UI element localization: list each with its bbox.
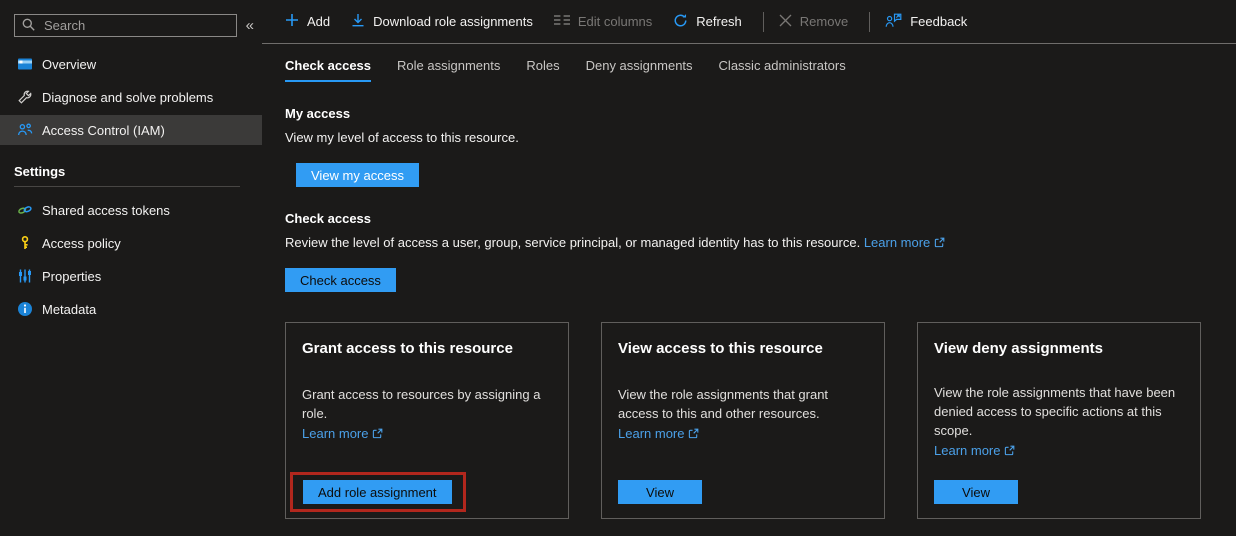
download-role-assignments-button[interactable]: Download role assignments [351, 13, 533, 30]
add-button-label: Add [307, 14, 330, 29]
grant-access-card: Grant access to this resource Grant acce… [285, 322, 569, 519]
sidebar-item-properties[interactable]: Properties [0, 261, 262, 291]
grant-access-learn-more-link[interactable]: Learn more [302, 426, 368, 441]
card-button-row: View [934, 480, 1018, 504]
check-access-learn-more-link[interactable]: Learn more [864, 235, 930, 250]
sidebar-item-label: Access Control (IAM) [42, 123, 165, 138]
tab-deny-assignments[interactable]: Deny assignments [586, 58, 693, 82]
plus-icon [285, 13, 299, 30]
sidebar-item-label: Overview [42, 57, 96, 72]
check-access-description: Review the level of access a user, group… [285, 235, 1216, 251]
card-button-row: View [618, 480, 702, 504]
check-access-description-text: Review the level of access a user, group… [285, 235, 860, 250]
sidebar-nav: Overview Diagnose and solve problems Acc… [0, 49, 262, 145]
external-link-icon [372, 425, 383, 444]
sidebar-item-diagnose[interactable]: Diagnose and solve problems [0, 82, 262, 112]
tab-roles[interactable]: Roles [526, 58, 559, 82]
external-link-icon [1004, 442, 1015, 461]
card-learn-more-line: Learn more [302, 424, 552, 444]
feedback-icon [885, 13, 902, 31]
refresh-button[interactable]: Refresh [673, 13, 742, 31]
settings-section-header: Settings [0, 148, 262, 186]
sidebar-item-metadata[interactable]: Metadata [0, 294, 262, 324]
view-access-learn-more-link[interactable]: Learn more [618, 426, 684, 441]
tab-check-access[interactable]: Check access [285, 58, 371, 82]
main-panel: Add Download role assignments Edit colum… [262, 0, 1236, 536]
learn-more-label: Learn more [302, 426, 368, 441]
card-description: Grant access to resources by assigning a… [302, 385, 552, 423]
link-icon [16, 202, 33, 219]
external-link-icon [934, 236, 945, 251]
sidebar-item-label: Diagnose and solve problems [42, 90, 213, 105]
learn-more-label: Learn more [864, 235, 930, 250]
sidebar-item-access-control-iam[interactable]: Access Control (IAM) [0, 115, 262, 145]
view-access-card: View access to this resource View the ro… [601, 322, 885, 519]
card-learn-more-line: Learn more [618, 424, 868, 444]
feedback-button[interactable]: Feedback [885, 13, 967, 31]
tab-bar: Check access Role assignments Roles Deny… [285, 58, 1216, 82]
learn-more-label: Learn more [934, 443, 1000, 458]
card-title: View access to this resource [618, 340, 868, 357]
container-icon [16, 56, 33, 73]
key-icon [16, 235, 33, 252]
feedback-button-label: Feedback [910, 14, 967, 29]
toolbar-separator [869, 12, 870, 32]
add-role-assignment-button[interactable]: Add role assignment [303, 480, 452, 504]
action-cards: Grant access to this resource Grant acce… [285, 322, 1216, 519]
azure-iam-page: « Overview Diagnose and solve problems A… [0, 0, 1236, 536]
tab-role-assignments[interactable]: Role assignments [397, 58, 500, 82]
sidebar-item-overview[interactable]: Overview [0, 49, 262, 79]
sidebar-item-label: Properties [42, 269, 101, 284]
wrench-icon [16, 89, 33, 106]
my-access-description: View my level of access to this resource… [285, 130, 1216, 145]
red-highlight-box: Add role assignment [290, 472, 466, 512]
x-icon [779, 14, 792, 30]
sidebar-search-row: « [0, 14, 262, 37]
settings-divider [14, 186, 240, 187]
info-icon [16, 301, 33, 318]
sidebar-settings-nav: Shared access tokens Access policy Prope… [0, 195, 262, 324]
view-my-access-button[interactable]: View my access [296, 163, 419, 187]
search-icon [22, 18, 35, 34]
people-icon [16, 122, 33, 139]
card-title: View deny assignments [934, 340, 1184, 357]
card-description: View the role assignments that grant acc… [618, 385, 868, 423]
resource-sidebar: « Overview Diagnose and solve problems A… [0, 0, 262, 536]
remove-button-label: Remove [800, 14, 848, 29]
search-input[interactable] [42, 17, 229, 34]
my-access-title: My access [285, 106, 1216, 121]
sidebar-item-label: Shared access tokens [42, 203, 170, 218]
external-link-icon [688, 425, 699, 444]
sidebar-item-label: Access policy [42, 236, 121, 251]
tab-classic-administrators[interactable]: Classic administrators [719, 58, 846, 82]
check-access-button[interactable]: Check access [285, 268, 396, 292]
view-deny-assignments-card: View deny assignments View the role assi… [917, 322, 1201, 519]
view-deny-learn-more-link[interactable]: Learn more [934, 443, 1000, 458]
sliders-icon [16, 268, 33, 285]
sidebar-search-box[interactable] [14, 14, 237, 37]
collapse-sidebar-icon[interactable]: « [246, 17, 254, 34]
view-deny-view-button[interactable]: View [934, 480, 1018, 504]
command-bar: Add Download role assignments Edit colum… [262, 0, 1236, 44]
add-button[interactable]: Add [285, 13, 330, 30]
sidebar-item-access-policy[interactable]: Access policy [0, 228, 262, 258]
sidebar-item-label: Metadata [42, 302, 96, 317]
remove-button[interactable]: Remove [779, 14, 848, 30]
columns-icon [554, 14, 570, 29]
sidebar-item-shared-access-tokens[interactable]: Shared access tokens [0, 195, 262, 225]
toolbar-separator [763, 12, 764, 32]
check-access-title: Check access [285, 211, 1216, 226]
refresh-icon [673, 13, 688, 31]
card-description: View the role assignments that have been… [934, 383, 1184, 440]
learn-more-label: Learn more [618, 426, 684, 441]
edit-columns-label: Edit columns [578, 14, 652, 29]
edit-columns-button[interactable]: Edit columns [554, 14, 652, 29]
card-learn-more-line: Learn more [934, 441, 1184, 461]
refresh-button-label: Refresh [696, 14, 742, 29]
card-title: Grant access to this resource [302, 340, 552, 357]
iam-content: Check access Role assignments Roles Deny… [262, 44, 1236, 519]
view-access-view-button[interactable]: View [618, 480, 702, 504]
download-icon [351, 13, 365, 30]
download-button-label: Download role assignments [373, 14, 533, 29]
